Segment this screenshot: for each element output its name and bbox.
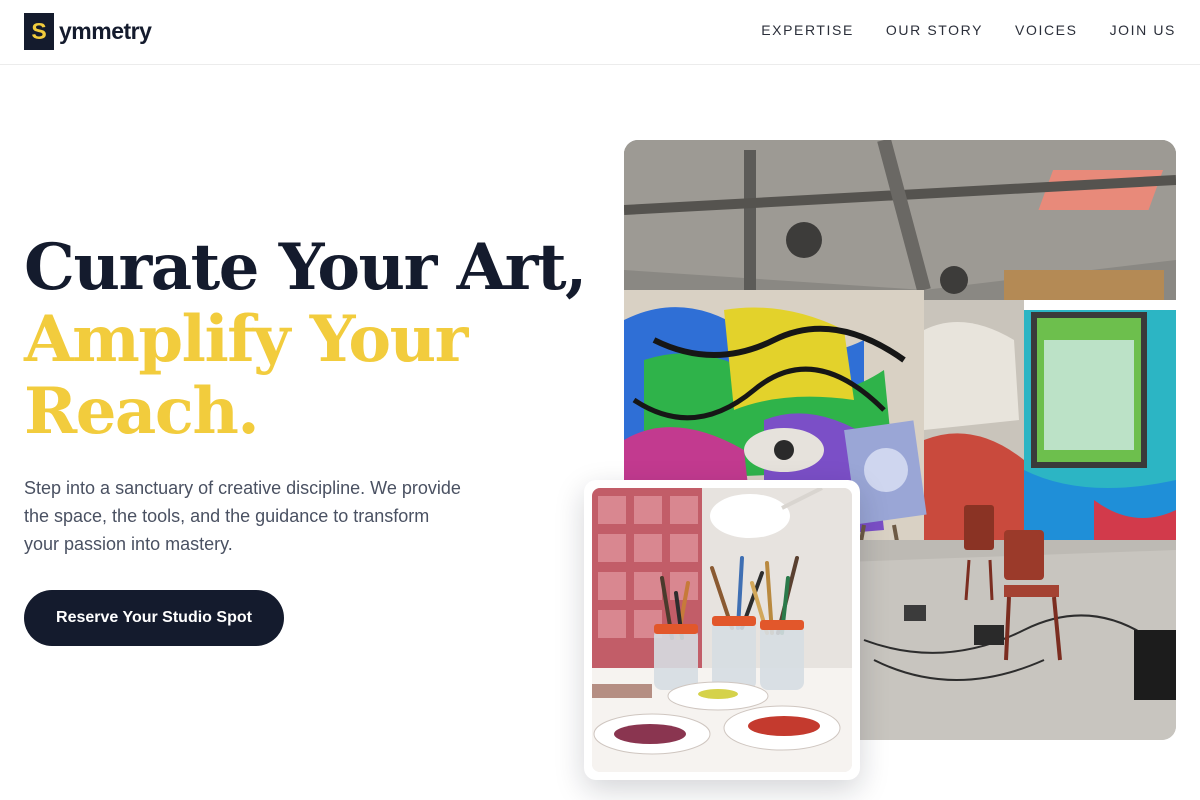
paintbrush-jars-photo — [592, 488, 852, 772]
headline-line-2: Amplify Your — [24, 302, 468, 377]
headline-line-3: Reach. — [24, 374, 260, 449]
nav-item-voices[interactable]: VOICES — [1015, 22, 1078, 38]
logo-mark: S — [24, 13, 54, 50]
site-header: S ymmetry EXPERTISE OUR STORY VOICES JOI… — [0, 0, 1200, 65]
main-nav: EXPERTISE OUR STORY VOICES JOIN US — [761, 22, 1176, 38]
nav-item-join-us[interactable]: JOIN US — [1110, 22, 1176, 38]
hero-headline: Curate Your Art, Amplify Your Reach. — [24, 230, 587, 449]
headline-line-1: Curate Your Art, — [24, 230, 587, 305]
hero-description: Step into a sanctuary of creative discip… — [24, 478, 461, 554]
nav-item-expertise[interactable]: EXPERTISE — [761, 22, 854, 38]
nav-item-our-story[interactable]: OUR STORY — [886, 22, 983, 38]
logo[interactable]: S ymmetry — [24, 13, 152, 50]
logo-wordmark: ymmetry — [59, 18, 152, 44]
inset-photo-card — [584, 480, 860, 780]
reserve-studio-button[interactable]: Reserve Your Studio Spot — [24, 590, 284, 646]
